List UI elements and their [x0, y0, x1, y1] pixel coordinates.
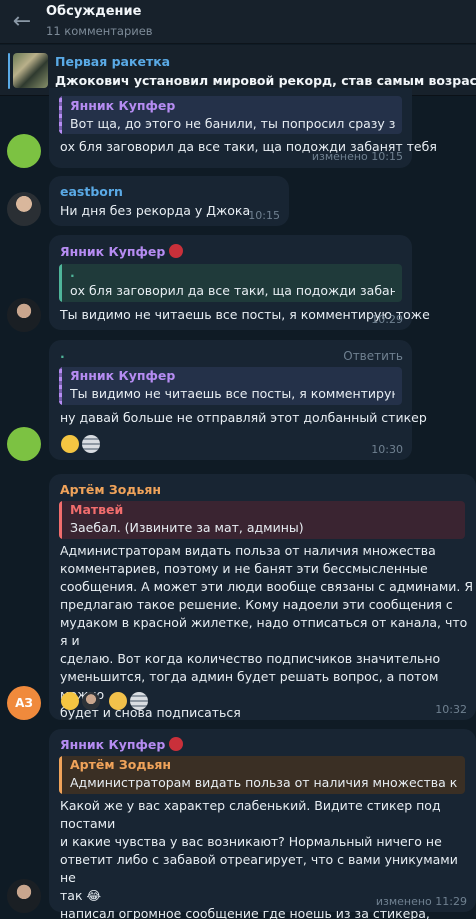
- message-time: 10:32: [435, 703, 467, 716]
- chat-header: ← Обсуждение 11 комментариев: [0, 0, 476, 44]
- reply-quote[interactable]: . ох бля заговорил да все таки, ща подож…: [59, 264, 402, 302]
- back-arrow-icon[interactable]: ←: [8, 8, 36, 36]
- message-author[interactable]: eastborn: [60, 184, 123, 199]
- reply-text: Ты видимо не читаешь все посты, я коммен…: [70, 386, 395, 401]
- pinned-title: Первая ракетка: [55, 54, 171, 69]
- avatar[interactable]: [7, 192, 41, 226]
- message-bubble[interactable]: Янник Купфер Артём Зодьян Администратора…: [49, 729, 476, 919]
- reply-quote[interactable]: Артём Зодьян Администраторам видать поль…: [59, 756, 465, 794]
- header-title: Обсуждение: [46, 4, 142, 19]
- message-bubble[interactable]: . Ответить Янник Купфер Ты видимо не чит…: [49, 340, 427, 460]
- reply-author: .: [70, 265, 75, 280]
- thinking-emoji-icon[interactable]: [109, 691, 127, 710]
- sticker-icon[interactable]: [130, 691, 148, 710]
- reply-text: Заебал. (Извините за мат, админы): [70, 520, 304, 535]
- reply-text: ох бля заговорил да все таки, ща подожди…: [70, 283, 395, 298]
- reply-quote[interactable]: Янник Купфер Вот ща, до этого не банили,…: [59, 96, 402, 134]
- message-bubble[interactable]: eastborn Ни дня без рекорда у Джока 10:1…: [49, 176, 289, 226]
- reply-author: Янник Купфер: [70, 368, 176, 383]
- pinned-accent-bar: [8, 53, 10, 89]
- avatar[interactable]: [7, 879, 41, 913]
- message-time: изменено 11:29: [375, 895, 467, 908]
- message-bubble[interactable]: Янник Купфер Вот ща, до этого не банили,…: [49, 88, 437, 168]
- message-time: 10:29: [371, 313, 403, 326]
- message-author[interactable]: .: [60, 346, 65, 361]
- message-author[interactable]: Янник Купфер: [60, 737, 184, 752]
- reply-quote[interactable]: Матвей Заебал. (Извините за мат, админы): [59, 501, 465, 539]
- sticker-icon[interactable]: [82, 434, 100, 453]
- avatar[interactable]: АЗ: [7, 686, 41, 720]
- message-bubble[interactable]: Янник Купфер . ох бля заговорил да все т…: [49, 235, 430, 330]
- avatar[interactable]: [7, 298, 41, 332]
- message-author[interactable]: Артём Зодьян: [60, 482, 161, 497]
- reactions[interactable]: [61, 433, 103, 453]
- message-author[interactable]: Янник Купфер: [60, 244, 184, 259]
- reply-author: Артём Зодьян: [70, 757, 172, 772]
- message-time: 10:15: [248, 209, 280, 222]
- reply-text: Администраторам видать польза от наличия…: [70, 775, 458, 790]
- message-text: Ни дня без рекорда у Джока: [60, 203, 251, 218]
- message-text: ну давай больше не отправляй этот долбан…: [60, 410, 427, 425]
- message-time: 10:30: [371, 443, 403, 456]
- message-time: изменено 10:15: [311, 150, 403, 163]
- sticker-badge-icon: [169, 737, 184, 751]
- sticker-badge-icon: [169, 244, 184, 258]
- avatar[interactable]: [7, 134, 41, 168]
- pinned-text: Джокович установил мировой рекорд, став …: [55, 73, 476, 88]
- header-subtitle: 11 комментариев: [46, 24, 153, 38]
- message-bubble[interactable]: Артём Зодьян Матвей Заебал. (Извините за…: [49, 474, 476, 720]
- reply-author: Янник Купфер: [70, 98, 176, 113]
- reply-button[interactable]: Ответить: [343, 349, 403, 363]
- laughing-emoji-icon[interactable]: [61, 691, 79, 710]
- sticker-icon[interactable]: [82, 691, 100, 710]
- reply-author: Матвей: [70, 502, 124, 517]
- avatar[interactable]: [7, 427, 41, 461]
- reply-text: Вот ща, до этого не банили, ты попросил …: [70, 116, 395, 131]
- reactions[interactable]: [61, 690, 151, 710]
- reply-quote[interactable]: Янник Купфер Ты видимо не читаешь все по…: [59, 367, 402, 405]
- thumbs-up-icon[interactable]: [61, 434, 79, 453]
- pinned-thumbnail: [13, 53, 48, 88]
